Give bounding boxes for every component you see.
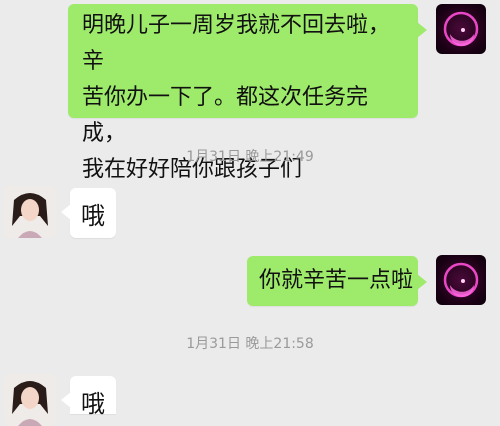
contact-avatar[interactable] [4,374,56,426]
message-text-line: 明晚儿子一周岁我就不回去啦，辛 [82,13,391,74]
crescent-moon-icon [443,11,479,47]
message-text: 哦 [81,201,105,230]
crescent-moon-icon [443,262,479,298]
woman-portrait-icon [4,374,56,426]
timestamp: 1月31日 晚上21:49 [186,149,314,165]
sent-message-bubble[interactable]: 你就辛苦一点啦 [247,256,427,306]
self-avatar-icon[interactable] [436,255,486,305]
self-avatar-icon[interactable] [436,4,486,54]
sent-message-bubble[interactable]: 明晚儿子一周岁我就不回去啦，辛 苦你办一下了。都这次任务完成， 我在好好陪你跟孩… [68,4,427,182]
message-text: 你就辛苦一点啦 [259,268,414,293]
contact-avatar[interactable] [4,186,56,238]
message-text-line: 苦你办一下了。都这次任务完成， [82,85,369,146]
timestamp: 1月31日 晚上21:58 [186,336,314,352]
received-message-bubble[interactable]: 哦 [61,376,116,418]
received-message-bubble[interactable]: 哦 [61,188,116,238]
woman-portrait-icon [4,186,56,238]
